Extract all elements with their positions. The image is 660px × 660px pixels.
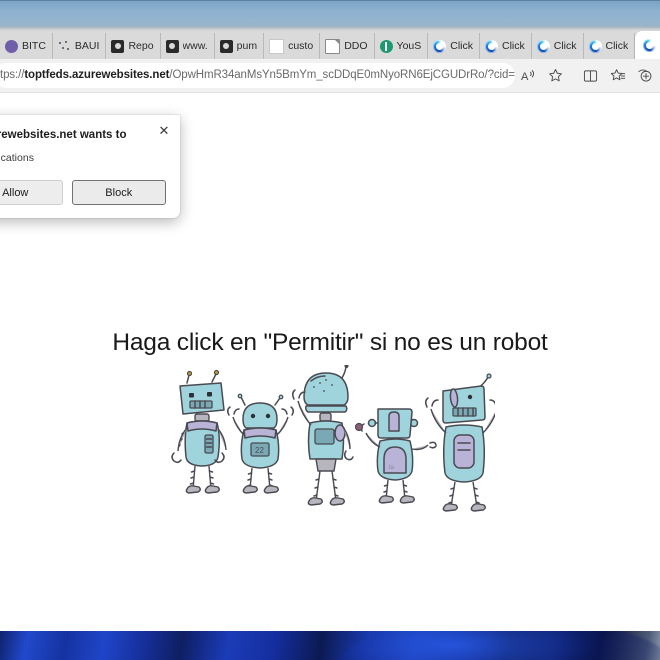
tab-label: BAUI xyxy=(74,40,100,52)
tab-click-3[interactable]: Click xyxy=(532,33,584,59)
tab-label: BITC xyxy=(22,40,46,52)
tab-label: custo xyxy=(288,40,314,52)
notification-permission-dialog[interactable]: ✕ s.azurewebsites.net wants to w notific… xyxy=(0,115,180,218)
green-circle-icon xyxy=(379,39,393,53)
tab-label: Repo xyxy=(128,40,154,52)
dialog-buttons: Allow Block xyxy=(0,180,166,205)
star-icon[interactable] xyxy=(542,63,569,88)
robot-3 xyxy=(291,365,354,506)
window-titlebar[interactable] xyxy=(0,0,660,28)
svg-text:A: A xyxy=(521,71,529,83)
tab-ddo[interactable]: DDO xyxy=(320,33,375,59)
robot-4: ta xyxy=(354,408,437,504)
url-text: tps://toptfeds.azurewebsites.net/OpwHmR3… xyxy=(0,63,515,88)
tab-click-4[interactable]: Click xyxy=(584,33,636,59)
tab-label: YouS xyxy=(396,40,422,52)
page-title: Haga click en "Permitir" si no es un rob… xyxy=(112,329,548,356)
robot-2: 22 xyxy=(226,393,295,494)
robot-1 xyxy=(171,369,227,494)
swirl-icon xyxy=(643,38,657,52)
swirl-icon xyxy=(536,39,550,53)
tab-repo[interactable]: Repo xyxy=(106,33,161,59)
tab-www[interactable]: www. xyxy=(161,33,215,59)
svg-text:ta: ta xyxy=(389,465,395,471)
dialog-title: s.azurewebsites.net wants to xyxy=(0,129,127,141)
lock-icon xyxy=(165,39,179,53)
swirl-icon xyxy=(485,39,499,53)
address-bar[interactable]: tps://toptfeds.azurewebsites.net/OpwHmR3… xyxy=(0,63,515,88)
tab-strip: BITC BAUI Repo www. pum custo DDO YouS C… xyxy=(0,31,660,59)
collections-icon[interactable] xyxy=(604,63,631,88)
url-path: /OpwHmR34anMsYn5BmYm_scDDqE0mNyoRN6EjCGU… xyxy=(169,69,515,81)
document-icon xyxy=(325,38,341,54)
url-domain: toptfeds.azurewebsites.net xyxy=(24,69,170,81)
tab-label: pum xyxy=(236,40,258,52)
add-circle-icon[interactable] xyxy=(631,63,658,88)
tab-click-2[interactable]: Click xyxy=(480,33,532,59)
svg-text:22: 22 xyxy=(255,446,264,455)
browser-window: BITC BAUI Repo www. pum custo DDO YouS C… xyxy=(0,31,660,631)
tab-active[interactable]: ✕ xyxy=(635,31,660,59)
url-prefix: tps:// xyxy=(0,69,25,81)
read-aloud-icon[interactable]: A xyxy=(515,63,542,88)
block-button[interactable]: Block xyxy=(71,180,166,205)
close-icon[interactable]: ✕ xyxy=(156,123,172,139)
lock-icon xyxy=(219,39,233,53)
address-bar-row: tps://toptfeds.azurewebsites.net/OpwHmR3… xyxy=(0,59,660,93)
split-screen-icon[interactable] xyxy=(577,63,604,88)
robot-5 xyxy=(424,373,495,512)
five-robots-svg: .ro { fill:none; stroke:#4a4a52; stroke-… xyxy=(171,365,495,512)
tab-click-1[interactable]: Click xyxy=(428,33,481,59)
tab-yous[interactable]: YouS xyxy=(375,33,429,59)
tab-label: Click xyxy=(605,40,629,52)
tab-bitc[interactable]: BITC xyxy=(0,33,53,59)
tab-label: Click xyxy=(502,40,525,52)
omnibox-actions: A xyxy=(515,63,573,88)
browser-toolbar-actions xyxy=(573,63,660,88)
tab-label: Click xyxy=(553,40,577,52)
tab-label: Click xyxy=(450,40,474,52)
robots-illustration: .ro { fill:none; stroke:#4a4a52; stroke-… xyxy=(0,365,660,515)
blank-page-icon xyxy=(269,38,285,54)
lock-icon xyxy=(111,39,125,53)
tab-custo[interactable]: custo xyxy=(264,33,321,59)
purple-circle-icon xyxy=(5,39,18,53)
dialog-subtitle: w notifications xyxy=(0,152,34,164)
allow-button[interactable]: Allow xyxy=(0,180,63,205)
tab-pum[interactable]: pum xyxy=(215,33,265,59)
tab-label: www. xyxy=(182,40,208,52)
tab-label: DDO xyxy=(344,40,368,52)
swirl-icon xyxy=(433,39,447,53)
dots-icon xyxy=(58,40,71,53)
swirl-icon xyxy=(588,39,602,53)
tab-baui[interactable]: BAUI xyxy=(53,33,107,59)
screen: BITC BAUI Repo www. pum custo DDO YouS C… xyxy=(0,0,660,660)
